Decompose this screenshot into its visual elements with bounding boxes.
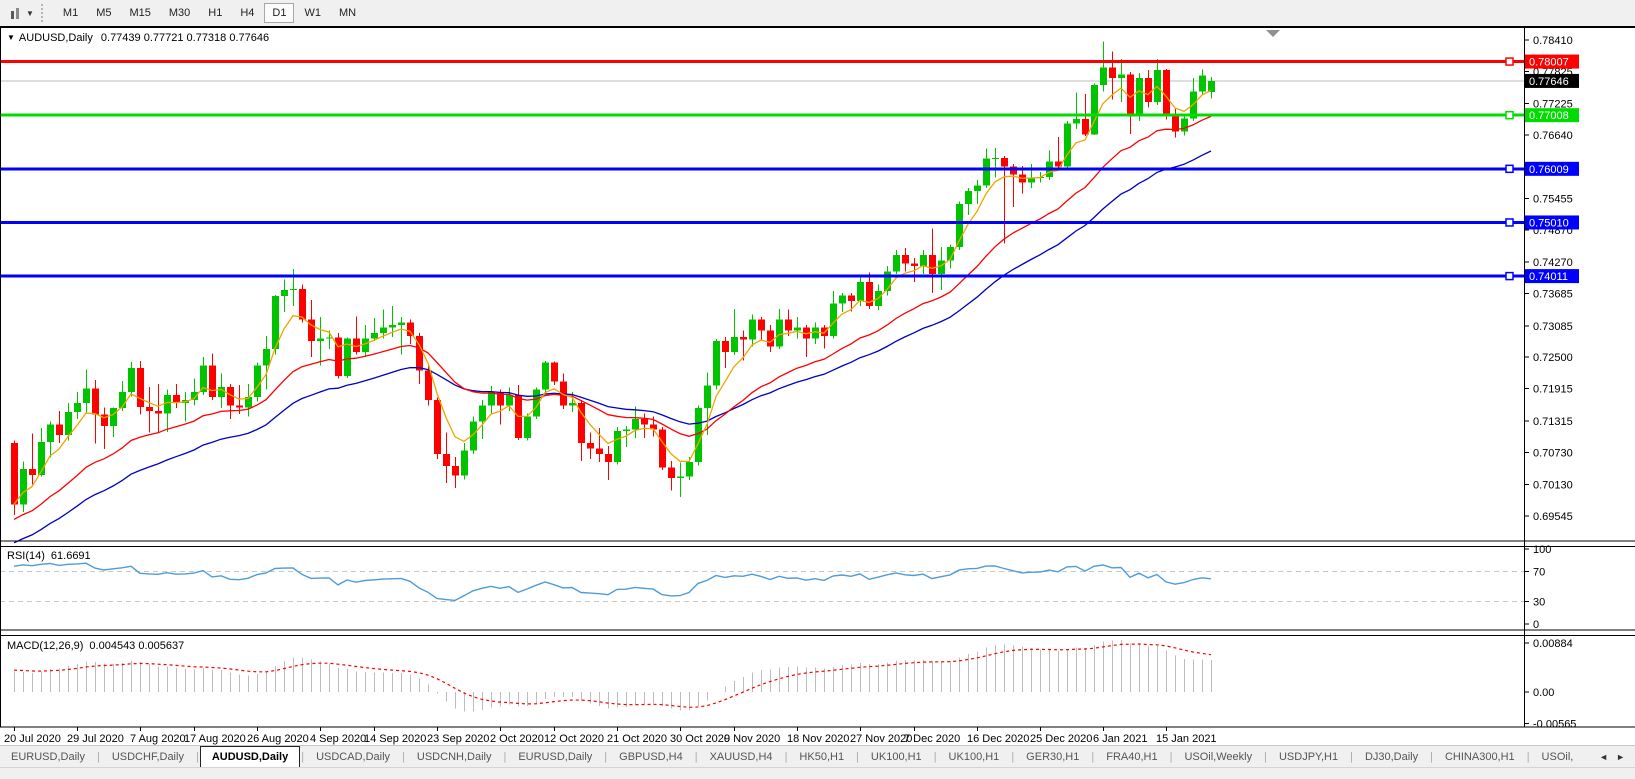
timeframe-button-m1[interactable]: M1 [55, 3, 86, 23]
price-tick-label: 0.70730 [1533, 447, 1573, 459]
timeframe-button-m15[interactable]: M15 [121, 3, 158, 23]
macd-indicator-label: MACD(12,26,9) 0.004543 0.005637 [7, 640, 184, 652]
date-tick-label: 25 Dec 2020 [1030, 733, 1092, 745]
date-tick-label: 15 Jan 2021 [1156, 733, 1217, 745]
date-tick-label: 7 Dec 2020 [904, 733, 960, 745]
date-tick-label: 9 Nov 2020 [724, 733, 780, 745]
price-tick-label: 0.71915 [1533, 384, 1573, 396]
chevron-down-icon[interactable]: ▼ [26, 9, 34, 18]
chart-symbol-label: AUDUSD,Daily [19, 32, 93, 44]
tab-uk100-h1[interactable]: UK100,H1 [860, 746, 933, 767]
svg-text:0.75010: 0.75010 [1529, 217, 1569, 229]
support-line-blue-2-handle[interactable] [1506, 219, 1513, 226]
price-tick-label: 0.73085 [1533, 321, 1573, 333]
timeframe-button-mn[interactable]: MN [331, 3, 364, 23]
rsi-indicator-label: RSI(14) 61.6691 [7, 550, 91, 562]
date-tick-label: 17 Aug 2020 [184, 733, 246, 745]
date-tick-label: 21 Oct 2020 [607, 733, 667, 745]
resistance-line-handle[interactable] [1506, 58, 1513, 65]
symbol-caret-icon[interactable]: ▼ [7, 33, 15, 42]
price-tick-label: 0.75455 [1533, 194, 1573, 206]
rsi-tick-label: 30 [1533, 597, 1545, 609]
price-tick-label: 0.71315 [1533, 416, 1573, 428]
svg-text:0.76009: 0.76009 [1529, 164, 1569, 176]
date-tick-label: 2 Oct 2020 [490, 733, 544, 745]
macd-tick-label: 0.00884 [1533, 638, 1573, 650]
date-tick-label: 4 Sep 2020 [310, 733, 366, 745]
date-tick-label: 6 Jan 2021 [1093, 733, 1147, 745]
price-tick-label: 0.73685 [1533, 289, 1573, 301]
date-tick-label: 18 Nov 2020 [787, 733, 849, 745]
tab-usdcnh-daily[interactable]: USDCNH,Daily [406, 746, 503, 767]
price-tick-label: 0.72500 [1533, 352, 1573, 364]
tab-eurusd-daily[interactable]: EURUSD,Daily [507, 746, 603, 767]
chart-tool-button[interactable]: ▼ [6, 5, 37, 22]
rsi-tick-label: 70 [1533, 567, 1545, 579]
price-tick-label: 0.78410 [1533, 35, 1573, 47]
tab-dj30-daily[interactable]: DJ30,Daily [1354, 746, 1429, 767]
tab-xauusd-h4[interactable]: XAUUSD,H4 [699, 746, 784, 767]
timeframe-button-d1[interactable]: D1 [264, 3, 294, 23]
date-tick-label: 7 Aug 2020 [130, 733, 186, 745]
chart-tool-icon [9, 7, 23, 20]
timeframe-button-h1[interactable]: H1 [200, 3, 230, 23]
date-tick-label: 16 Dec 2020 [967, 733, 1029, 745]
tab-usdjpy-h1[interactable]: USDJPY,H1 [1268, 746, 1349, 767]
macd-tick-label: -0.00565 [1533, 718, 1576, 730]
support-line-blue-3-handle[interactable] [1506, 273, 1513, 280]
date-tick-label: 26 Aug 2020 [247, 733, 309, 745]
tab-usdchf-daily[interactable]: USDCHF,Daily [101, 746, 195, 767]
date-tick-label: 29 Jul 2020 [67, 733, 124, 745]
svg-text:0.78007: 0.78007 [1529, 57, 1569, 69]
tab-china300-h1[interactable]: CHINA300,H1 [1434, 746, 1526, 767]
date-tick-label: 14 Sep 2020 [364, 733, 426, 745]
ohlc-values: 0.77439 0.77721 0.77318 0.77646 [101, 32, 269, 44]
tab-gbpusd-h4[interactable]: GBPUSD,H4 [608, 746, 694, 767]
tab-usdcad-daily[interactable]: USDCAD,Daily [305, 746, 401, 767]
support-line-green-handle[interactable] [1506, 112, 1513, 119]
tab-hk50-h1[interactable]: HK50,H1 [788, 746, 855, 767]
tab-usoil-[interactable]: USOil, [1531, 746, 1585, 767]
tab-fra40-h1[interactable]: FRA40,H1 [1095, 746, 1168, 767]
rsi-tick-label: 0 [1533, 619, 1539, 631]
tab-uk100-h1[interactable]: UK100,H1 [938, 746, 1011, 767]
chart-tab-bar: EURUSD,Daily|USDCHF,Daily|AUDUSD,Daily|U… [0, 745, 1635, 767]
price-tick-label: 0.70130 [1533, 479, 1573, 491]
tab-scroll-left-icon[interactable]: ◄ [1599, 752, 1608, 762]
timeframe-toolbar: ▼ M1M5M15M30H1H4D1W1MN [0, 0, 1635, 26]
tab-usoil-weekly[interactable]: USOil,Weekly [1173, 746, 1263, 767]
tab-scroll-right-icon[interactable]: ► [1616, 752, 1625, 762]
timeframe-button-h4[interactable]: H4 [232, 3, 262, 23]
mt4-window: ▼ M1M5M15M30H1H4D1W1MN 0.784100.778250.7… [0, 0, 1635, 779]
macd-name: MACD(12,26,9) [7, 640, 83, 652]
timeframe-button-m5[interactable]: M5 [88, 3, 119, 23]
svg-text:0.74011: 0.74011 [1529, 271, 1568, 283]
tab-eurusd-daily[interactable]: EURUSD,Daily [0, 746, 96, 767]
macd-tick-label: 0.00 [1533, 687, 1554, 699]
price-tick-label: 0.76640 [1533, 130, 1573, 142]
timeframe-button-w1[interactable]: W1 [296, 3, 329, 23]
date-tick-label: 30 Oct 2020 [670, 733, 730, 745]
toolbar-grip [41, 4, 48, 22]
chart-canvas[interactable]: 0.784100.778250.772250.766400.754550.748… [0, 26, 1635, 745]
ohlc-info-line: ▼ AUDUSD,Daily 0.77439 0.77721 0.77318 0.7… [7, 32, 269, 44]
rsi-value: 61.6691 [51, 550, 91, 562]
status-bar [0, 767, 1635, 779]
svg-text:0.77646: 0.77646 [1529, 76, 1569, 88]
price-tick-label: 0.74270 [1533, 257, 1573, 269]
date-tick-label: 23 Sep 2020 [427, 733, 489, 745]
date-tick-label: 12 Oct 2020 [544, 733, 604, 745]
date-tick-label: 20 Jul 2020 [4, 733, 61, 745]
timeframe-button-m30[interactable]: M30 [161, 3, 198, 23]
rsi-tick-label: 100 [1533, 544, 1551, 556]
tab-audusd-daily[interactable]: AUDUSD,Daily [200, 746, 300, 767]
support-line-blue-1-handle[interactable] [1506, 165, 1513, 172]
rsi-name: RSI(14) [7, 550, 45, 562]
svg-text:0.77008: 0.77008 [1529, 110, 1569, 122]
price-tick-label: 0.69545 [1533, 511, 1573, 523]
tab-ger30-h1[interactable]: GER30,H1 [1015, 746, 1090, 767]
macd-values: 0.004543 0.005637 [89, 640, 184, 652]
